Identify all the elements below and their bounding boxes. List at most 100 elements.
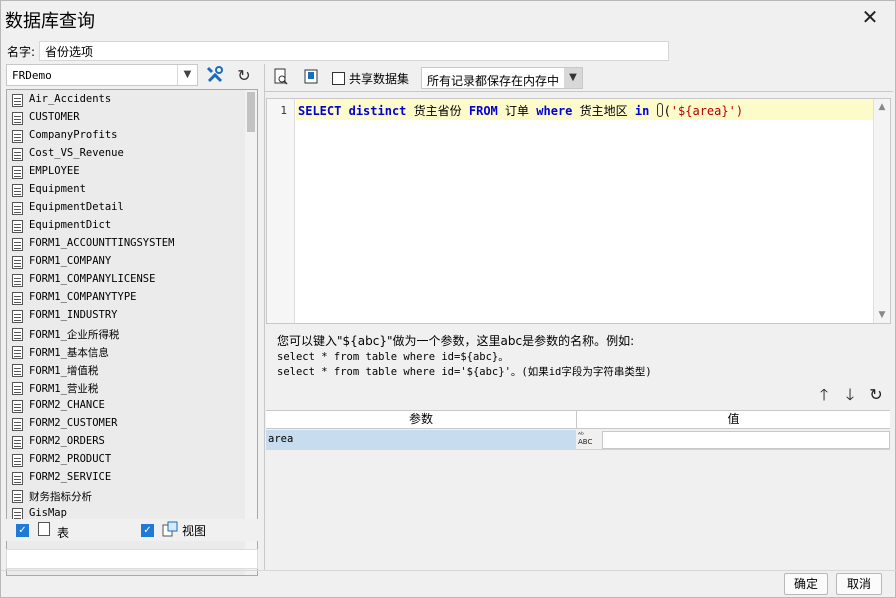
list-item[interactable]: CUSTOMER — [7, 109, 245, 127]
table-icon — [12, 328, 23, 341]
table-icon — [12, 148, 23, 161]
table-name: FORM2_SERVICE — [29, 471, 112, 483]
parameter-table: 参数 值 area ᴬᵇ ABC — [266, 410, 890, 560]
list-item[interactable]: FORM1_企业所得税 — [7, 325, 245, 343]
scroll-up-icon[interactable]: ▲ — [874, 99, 890, 115]
cancel-button[interactable]: 取消 — [836, 573, 882, 595]
refresh-icon: ↻ — [237, 66, 251, 85]
cache-mode-select[interactable]: 所有记录都保存在内存中 ▼ — [421, 67, 583, 89]
sql-keyword: distinct — [348, 104, 407, 118]
show-tables-label: 表 — [57, 526, 70, 540]
param-name-cell[interactable]: area — [266, 430, 576, 450]
help-line-1: 您可以键入"${abc}"做为一个参数，这里abc是参数的名称。例如: — [277, 334, 635, 348]
scroll-thumb[interactable] — [247, 92, 255, 132]
show-views-label: 视图 — [182, 524, 207, 538]
sql-editor[interactable]: 1 SELECT distinct 货主省份 FROM 订单 where 货主地… — [266, 98, 891, 324]
table-name: CompanyProfits — [29, 129, 118, 141]
list-item[interactable]: FORM2_SERVICE — [7, 469, 245, 487]
table-browser: FRDemo ▼ ↻ Air_Accidents CUSTOMER CompanyP… — [6, 64, 258, 576]
name-field[interactable] — [39, 41, 669, 61]
list-item[interactable]: FORM1_COMPANY — [7, 253, 245, 271]
table-name: CUSTOMER — [29, 111, 80, 123]
table-name: EquipmentDetail — [29, 201, 124, 213]
param-value-input[interactable] — [602, 431, 890, 449]
param-name-header: 参数 — [266, 411, 577, 429]
ok-button[interactable]: 确定 — [784, 573, 828, 595]
list-item[interactable]: EMPLOYEE — [7, 163, 245, 181]
chevron-down-icon[interactable]: ▼ — [564, 68, 582, 88]
table-icon — [12, 274, 23, 287]
table-icon — [12, 238, 23, 251]
list-item[interactable]: FORM1_基本信息 — [7, 343, 245, 361]
table-name: FORM1_增值税 — [29, 365, 99, 377]
table-icon — [12, 112, 23, 125]
move-up-icon[interactable]: 🡑 — [812, 384, 836, 408]
save-sql-button[interactable] — [299, 67, 323, 89]
share-dataset-checkbox[interactable] — [332, 72, 345, 85]
list-item[interactable]: FORM2_CHANCE — [7, 397, 245, 415]
table-icon — [12, 454, 23, 467]
list-item[interactable]: FORM1_COMPANYTYPE — [7, 289, 245, 307]
table-name: FORM1_ACCOUNTTINGSYSTEM — [29, 237, 175, 249]
list-item[interactable]: FORM1_增值税 — [7, 361, 245, 379]
list-item[interactable]: FORM1_ACCOUNTTINGSYSTEM — [7, 235, 245, 253]
scroll-down-icon[interactable]: ▼ — [874, 307, 890, 323]
table-name: FORM1_INDUSTRY — [29, 309, 118, 321]
list-item[interactable]: FORM1_营业税 — [7, 379, 245, 397]
refresh-connections-button[interactable]: ↻ — [232, 64, 256, 86]
connection-select[interactable]: FRDemo ▼ — [6, 64, 198, 86]
refresh-params-icon[interactable]: ↻ — [864, 384, 888, 408]
table-icon — [12, 364, 23, 377]
editor-scrollbar[interactable]: ▲ ▼ — [873, 99, 890, 323]
param-type-label: ABC — [578, 438, 593, 446]
table-search-box[interactable] — [6, 549, 258, 569]
table-list-items: Air_Accidents CUSTOMER CompanyProfits Cost_… — [7, 90, 245, 575]
list-item[interactable]: Equipment — [7, 181, 245, 199]
sql-paren: ( — [663, 104, 671, 118]
name-label: 名字: — [7, 45, 36, 59]
list-item[interactable]: FORM1_COMPANYLICENSE — [7, 271, 245, 289]
list-item[interactable]: CompanyProfits — [7, 127, 245, 145]
table-name: GisMap — [29, 507, 67, 519]
list-item[interactable]: 财务指标分析 — [7, 487, 245, 505]
table-name: FORM1_COMPANY — [29, 255, 112, 267]
sql-identifier: 货主地区 — [579, 104, 628, 118]
sql-keyword: where — [536, 104, 573, 118]
table-icon — [12, 94, 23, 107]
query-toolbar: 共享数据集 所有记录都保存在内存中 ▼ — [265, 64, 893, 92]
table-name: FORM2_CHANCE — [29, 399, 105, 411]
list-item[interactable]: Cost_VS_Revenue — [7, 145, 245, 163]
table-name: FORM2_PRODUCT — [29, 453, 112, 465]
preview-button[interactable] — [269, 67, 293, 89]
table-icon — [12, 184, 23, 197]
chevron-down-icon[interactable]: ▼ — [177, 65, 197, 85]
move-down-icon[interactable]: 🡓 — [838, 384, 862, 408]
footer-divider — [1, 570, 896, 571]
sql-line[interactable]: SELECT distinct 货主省份 FROM 订单 where 货主地区 … — [296, 99, 874, 120]
cache-mode-value: 所有记录都保存在内存中 — [427, 74, 560, 88]
list-item[interactable]: Air_Accidents — [7, 91, 245, 109]
sql-edit-icon — [304, 69, 318, 84]
share-dataset-label: 共享数据集 — [349, 72, 410, 86]
close-icon[interactable]: ✕ — [859, 5, 881, 29]
list-item[interactable]: EquipmentDict — [7, 217, 245, 235]
show-views-checkbox[interactable]: ✓ — [141, 524, 154, 537]
table-name: FORM1_企业所得税 — [29, 329, 120, 341]
parameter-actions: 🡑 🡓 ↻ — [810, 384, 890, 408]
table-icon — [12, 472, 23, 485]
table-name: Cost_VS_Revenue — [29, 147, 124, 159]
list-item[interactable]: FORM2_ORDERS — [7, 433, 245, 451]
table-row[interactable]: area ᴬᵇ ABC — [266, 430, 890, 450]
show-tables-checkbox[interactable]: ✓ — [16, 524, 29, 537]
list-item[interactable]: EquipmentDetail — [7, 199, 245, 217]
string-type-icon[interactable]: ᴬᵇ ABC — [578, 430, 600, 450]
sql-keyword: in — [634, 104, 650, 118]
table-list-scrollbar[interactable] — [245, 90, 257, 575]
connection-settings-button[interactable] — [203, 64, 227, 86]
list-item[interactable]: FORM1_INDUSTRY — [7, 307, 245, 325]
table-list[interactable]: Air_Accidents CUSTOMER CompanyProfits Cost_… — [6, 89, 258, 576]
list-item[interactable]: FORM2_CUSTOMER — [7, 415, 245, 433]
list-item[interactable]: FORM2_PRODUCT — [7, 451, 245, 469]
view-icon — [162, 521, 178, 537]
preview-icon — [274, 68, 288, 85]
